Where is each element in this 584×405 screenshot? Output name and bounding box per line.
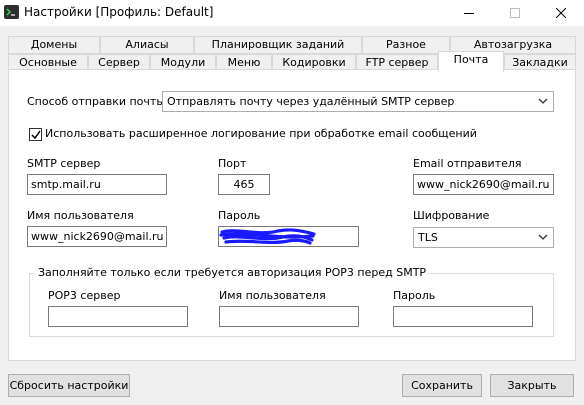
- pop3-group: [29, 273, 554, 337]
- maximize-icon: [510, 8, 520, 18]
- reset-settings-button[interactable]: Сбросить настройки: [8, 374, 130, 397]
- pop3-password-label: Пароль: [393, 289, 436, 302]
- checkmark-icon: [31, 130, 41, 140]
- port-label: Порт: [218, 157, 247, 170]
- send-method-select[interactable]: Отправлять почту через удалённый SMTP се…: [162, 91, 554, 112]
- title-bar: Настройки [Профиль: Default]: [0, 0, 584, 26]
- minimize-icon: [464, 13, 474, 14]
- pop3-group-title: Заполняйте только если требуется авториз…: [35, 266, 430, 279]
- minimize-button[interactable]: [446, 0, 492, 26]
- save-button[interactable]: Сохранить: [402, 374, 482, 397]
- app-icon: [4, 5, 19, 19]
- maximize-button: [492, 0, 538, 26]
- extended-logging-label: Использовать расширенное логирование при…: [45, 127, 477, 140]
- close-button[interactable]: Закрыть: [490, 374, 574, 397]
- password-label: Пароль: [218, 209, 261, 222]
- pop3-username-input[interactable]: [219, 306, 359, 327]
- close-icon: [556, 8, 566, 18]
- tab-misc[interactable]: Разное: [362, 36, 450, 54]
- send-method-label: Способ отправки почты:: [27, 95, 169, 108]
- tab-scheduler[interactable]: Планировщик заданий: [194, 36, 362, 54]
- send-method-value: Отправлять почту через удалённый SMTP се…: [167, 95, 455, 108]
- sender-email-label: Email отправителя: [413, 157, 522, 170]
- pop3-server-input[interactable]: [48, 306, 188, 327]
- pop3-username-label: Имя пользователя: [219, 289, 326, 302]
- chevron-down-icon: [538, 98, 548, 104]
- smtp-server-input[interactable]: smtp.mail.ru: [27, 174, 167, 195]
- chevron-down-icon: [538, 234, 548, 240]
- smtp-server-label: SMTP сервер: [27, 157, 101, 170]
- pop3-password-input[interactable]: [393, 306, 533, 327]
- tab-mail[interactable]: Почта: [438, 51, 504, 72]
- tab-aliases[interactable]: Алиасы: [100, 36, 194, 54]
- encryption-label: Шифрование: [413, 209, 490, 222]
- window-title: Настройки [Профиль: Default]: [24, 5, 214, 19]
- encryption-select[interactable]: TLS: [413, 227, 554, 248]
- sender-email-input[interactable]: www_nick2690@mail.ru: [413, 174, 554, 195]
- extended-logging-checkbox[interactable]: [29, 128, 42, 141]
- close-window-button[interactable]: [538, 0, 584, 26]
- username-input[interactable]: www_nick2690@mail.ru: [27, 226, 167, 247]
- encryption-value: TLS: [418, 231, 438, 244]
- tab-domains[interactable]: Домены: [8, 36, 100, 54]
- password-redaction-scribble: [219, 228, 316, 245]
- port-input[interactable]: 465: [218, 174, 270, 195]
- pop3-server-label: POP3 сервер: [48, 289, 121, 302]
- username-label: Имя пользователя: [27, 209, 134, 222]
